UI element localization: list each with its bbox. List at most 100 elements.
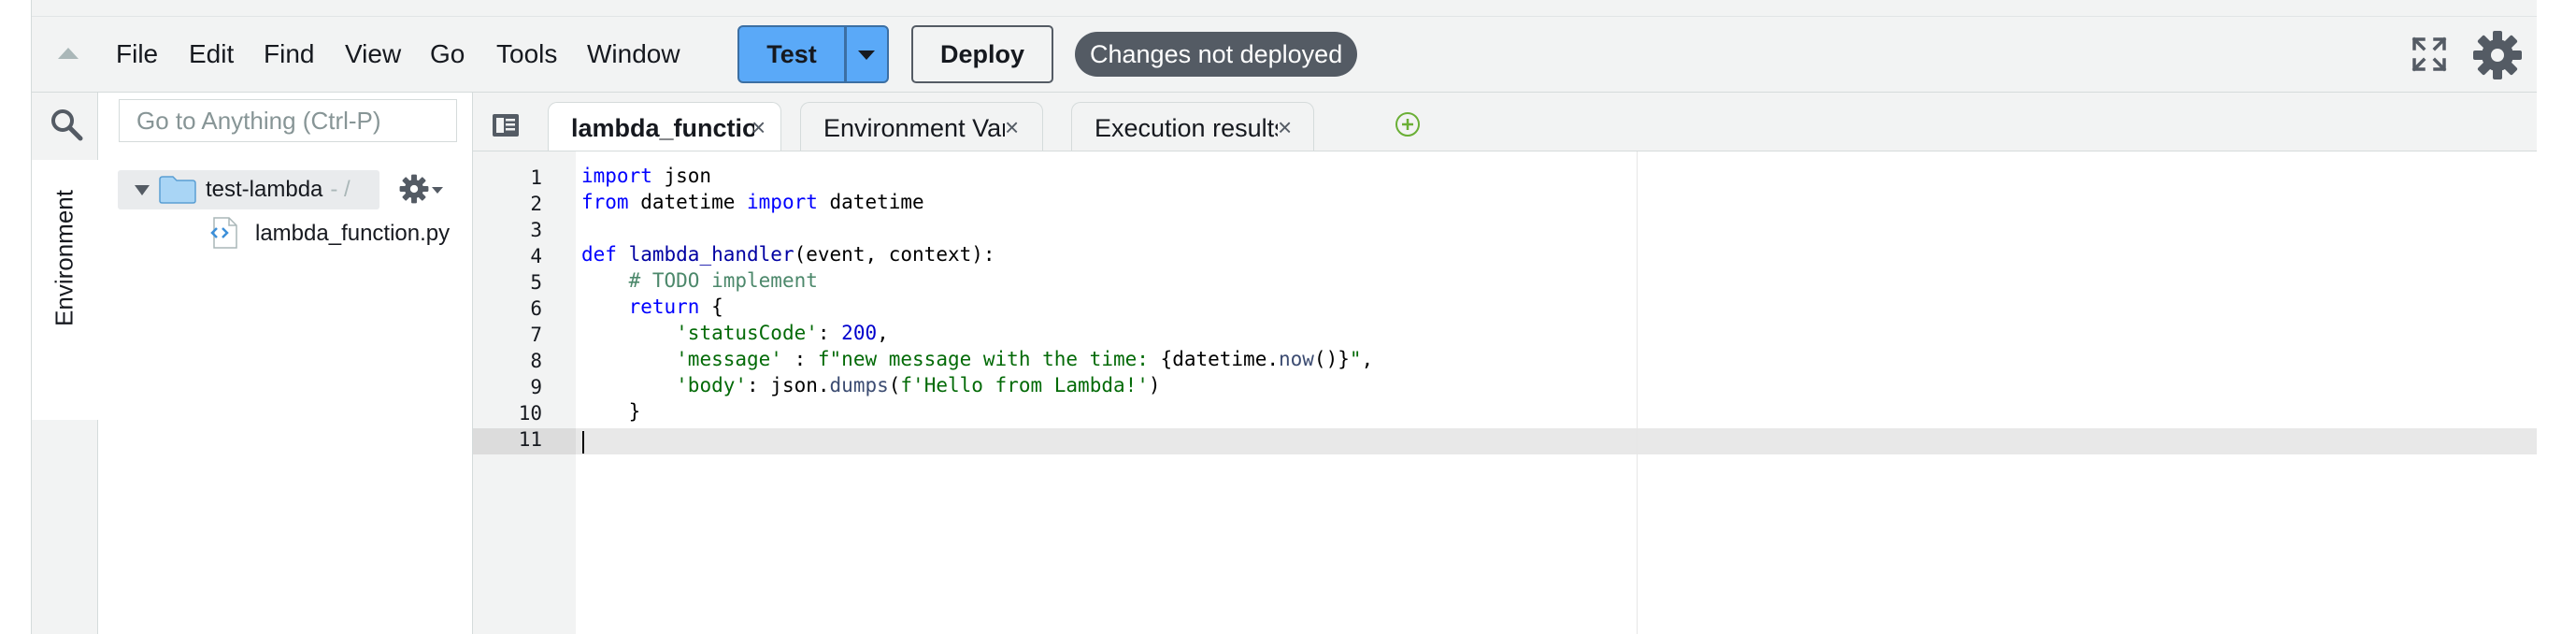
menu-tools[interactable]: Tools bbox=[496, 39, 557, 69]
fullscreen-icon[interactable] bbox=[2411, 36, 2448, 73]
code-token: {datetime. bbox=[1160, 348, 1279, 370]
top-strip bbox=[32, 0, 2537, 17]
line-number: 11 bbox=[518, 428, 542, 451]
code-token: : bbox=[817, 322, 842, 344]
code-token: import bbox=[581, 165, 652, 187]
test-button[interactable]: Test bbox=[737, 25, 846, 83]
code-line: def lambda_handler(event, context): bbox=[581, 243, 995, 266]
tab-execution-results[interactable]: Execution results × bbox=[1071, 102, 1314, 151]
line-number: 8 bbox=[530, 350, 542, 372]
caret-down-icon[interactable] bbox=[432, 187, 443, 194]
editor-tabbar: lambda_function × Environment Vari × Exe… bbox=[473, 93, 2537, 151]
code-line: from datetime import datetime bbox=[581, 191, 924, 213]
menu-file[interactable]: File bbox=[116, 39, 158, 69]
code-token: now bbox=[1278, 348, 1314, 370]
code-token: (event, context): bbox=[794, 243, 995, 266]
collapse-arrow-icon[interactable] bbox=[58, 48, 79, 59]
code-token: datetime bbox=[817, 191, 924, 213]
code-token: , bbox=[877, 322, 889, 344]
line-number: 10 bbox=[518, 402, 542, 425]
line-number: 4 bbox=[530, 245, 542, 267]
code-line: 'body': json.dumps(f'Hello from Lambda!'… bbox=[581, 374, 1161, 396]
python-file-icon bbox=[210, 217, 237, 249]
line-number: 2 bbox=[530, 193, 542, 215]
environment-tab[interactable]: Environment bbox=[32, 160, 98, 420]
code-token: f'Hello from Lambda!' bbox=[900, 374, 1149, 396]
tree-root-folder[interactable]: test-lambda - / bbox=[118, 170, 379, 209]
code-token: json bbox=[651, 165, 712, 187]
line-number: 6 bbox=[530, 297, 542, 320]
gear-icon[interactable] bbox=[2472, 30, 2523, 80]
search-icon[interactable] bbox=[50, 108, 83, 141]
code-token: " bbox=[1349, 348, 1362, 370]
text-cursor bbox=[582, 431, 584, 454]
editor: lambda_function × Environment Vari × Exe… bbox=[473, 93, 2537, 634]
code-token: 'statusCode' bbox=[676, 322, 818, 344]
deploy-button[interactable]: Deploy bbox=[911, 25, 1053, 83]
tab-label: Execution results bbox=[1095, 114, 1278, 142]
tree-settings-gear-icon[interactable] bbox=[399, 174, 429, 204]
code-line: return { bbox=[581, 295, 723, 318]
close-icon[interactable]: × bbox=[751, 113, 766, 142]
code-token: : bbox=[781, 348, 818, 370]
menu-edit[interactable]: Edit bbox=[189, 39, 234, 69]
line-number: 1 bbox=[530, 166, 542, 189]
tab-lambda-function[interactable]: lambda_function × bbox=[548, 102, 781, 151]
line-number: 5 bbox=[530, 271, 542, 294]
tab-menu-icon[interactable] bbox=[492, 113, 520, 137]
code-token: def bbox=[581, 243, 617, 266]
code-token: f"new message with the time: bbox=[817, 348, 1161, 370]
menu-go[interactable]: Go bbox=[430, 39, 465, 69]
left-rail: Environment bbox=[32, 93, 98, 634]
code-token: lambda_handler bbox=[628, 243, 794, 266]
close-icon[interactable]: × bbox=[1278, 113, 1292, 142]
code-token: # TODO implement bbox=[628, 269, 818, 292]
file-panel: test-lambda- / la bbox=[98, 93, 473, 634]
menu-view[interactable]: View bbox=[345, 39, 401, 69]
code-token: 'message' bbox=[676, 348, 782, 370]
status-badge: Changes not deployed bbox=[1075, 32, 1358, 77]
line-number: 3 bbox=[530, 219, 542, 241]
code-token: : json. bbox=[747, 374, 830, 396]
test-dropdown-button[interactable] bbox=[846, 25, 889, 83]
add-tab-icon[interactable] bbox=[1395, 111, 1421, 137]
code-editor[interactable]: import json from datetime import datetime… bbox=[576, 151, 2537, 634]
line-number: 9 bbox=[530, 376, 542, 398]
code-token: ()} bbox=[1313, 348, 1350, 370]
line-number-gutter: 1 2 3 4 5 6 7 8 9 10 11 bbox=[473, 151, 576, 634]
active-line-highlight bbox=[576, 428, 2537, 454]
code-token: from bbox=[581, 191, 629, 213]
code-token: import bbox=[747, 191, 818, 213]
code-token: 200 bbox=[841, 322, 878, 344]
code-token: 'body' bbox=[676, 374, 748, 396]
code-line: 'statusCode': 200, bbox=[581, 322, 889, 344]
tree-root-suffix: - / bbox=[330, 177, 351, 202]
code-line: # TODO implement bbox=[581, 269, 818, 292]
tab-environment-variables[interactable]: Environment Vari × bbox=[800, 102, 1043, 151]
menu-window[interactable]: Window bbox=[587, 39, 680, 69]
line-number: 7 bbox=[530, 324, 542, 346]
code-token: ) bbox=[1148, 374, 1161, 396]
file-label: lambda_function.py bbox=[255, 221, 451, 246]
code-line: } bbox=[581, 400, 641, 423]
goto-anything-input[interactable] bbox=[119, 99, 457, 142]
menu-find[interactable]: Find bbox=[264, 39, 314, 69]
folder-icon bbox=[159, 176, 196, 204]
code-token: datetime bbox=[628, 191, 748, 213]
menubar: File Edit Find View Go Tools Window Test… bbox=[32, 17, 2537, 93]
close-icon[interactable]: × bbox=[1005, 113, 1019, 142]
code-token: { bbox=[699, 295, 723, 318]
caret-down-icon[interactable] bbox=[135, 185, 150, 195]
code-line: import json bbox=[581, 165, 711, 187]
tree-root-label: test-lambda bbox=[206, 177, 323, 202]
tab-label: lambda_function bbox=[571, 114, 754, 142]
code-token: dumps bbox=[829, 374, 889, 396]
ide-window: File Edit Find View Go Tools Window Test… bbox=[31, 0, 2537, 634]
print-margin bbox=[1637, 151, 1638, 634]
environment-tab-label: Environment bbox=[50, 190, 79, 326]
tab-label: Environment Vari bbox=[823, 114, 1005, 142]
